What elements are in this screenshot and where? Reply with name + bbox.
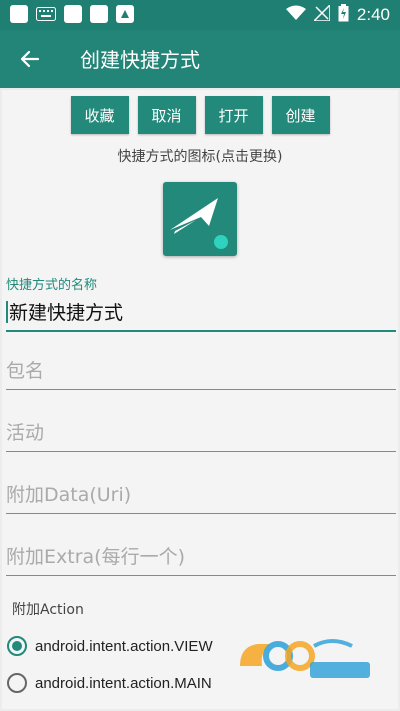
create-button[interactable]: 创建: [271, 96, 330, 134]
form-card: 收藏 取消 打开 创建 快捷方式的图标(点击更换) 快捷方式的名称 新建快捷方式…: [2, 90, 398, 709]
radio-checked-icon: [7, 636, 27, 656]
shortcut-icon-picker[interactable]: [163, 182, 237, 256]
notification-square-icon: [90, 5, 108, 23]
cancel-button[interactable]: 取消: [137, 96, 196, 134]
app-notification-icon: [116, 5, 134, 23]
collect-button[interactable]: 收藏: [70, 96, 129, 134]
radio-option-label: android.intent.action.MAIN: [35, 674, 212, 692]
notification-square-icon: [64, 5, 82, 23]
notification-icons: [10, 5, 134, 23]
battery-icon: [338, 4, 349, 26]
radio-option-main[interactable]: android.intent.action.MAIN: [7, 673, 212, 693]
data-uri-field-placeholder: 附加Data(Uri): [6, 484, 132, 506]
name-field[interactable]: 新建快捷方式: [6, 292, 396, 332]
text-cursor: [6, 301, 8, 323]
extra-field-placeholder: 附加Extra(每行一个): [6, 546, 185, 568]
package-field-placeholder: 包名: [6, 360, 45, 382]
action-button-row: 收藏 取消 打开 创建: [2, 96, 398, 134]
radio-unchecked-icon: [7, 673, 27, 693]
extra-field[interactable]: 附加Extra(每行一个): [6, 536, 396, 576]
system-icons: 2:40: [285, 3, 390, 26]
name-field-value: 新建快捷方式: [9, 302, 124, 324]
signal-icon: [312, 3, 331, 25]
page-title: 创建快捷方式: [80, 48, 200, 72]
activity-field-placeholder: 活动: [6, 422, 45, 444]
open-button[interactable]: 打开: [204, 96, 263, 134]
notification-square-icon: [10, 5, 28, 23]
radio-option-view[interactable]: android.intent.action.VIEW: [7, 636, 213, 656]
clock: 2:40: [356, 5, 390, 24]
package-field[interactable]: 包名: [6, 350, 396, 390]
watermark-logo: [236, 632, 376, 684]
shortcut-arrow-icon: [170, 198, 228, 249]
wifi-icon: [285, 5, 306, 25]
app-bar: 创建快捷方式: [0, 30, 400, 88]
activity-field[interactable]: 活动: [6, 412, 396, 452]
action-section-label: 附加Action: [12, 602, 84, 618]
back-button[interactable]: [14, 43, 46, 75]
arrow-back-icon: [20, 50, 40, 68]
radio-option-label: android.intent.action.VIEW: [35, 637, 213, 655]
keyboard-icon: [36, 5, 56, 23]
status-bar: 2:40: [0, 0, 400, 30]
icon-hint-text: 快捷方式的图标(点击更换): [117, 149, 283, 165]
data-uri-field[interactable]: 附加Data(Uri): [6, 474, 396, 514]
name-field-label: 快捷方式的名称: [6, 278, 98, 293]
